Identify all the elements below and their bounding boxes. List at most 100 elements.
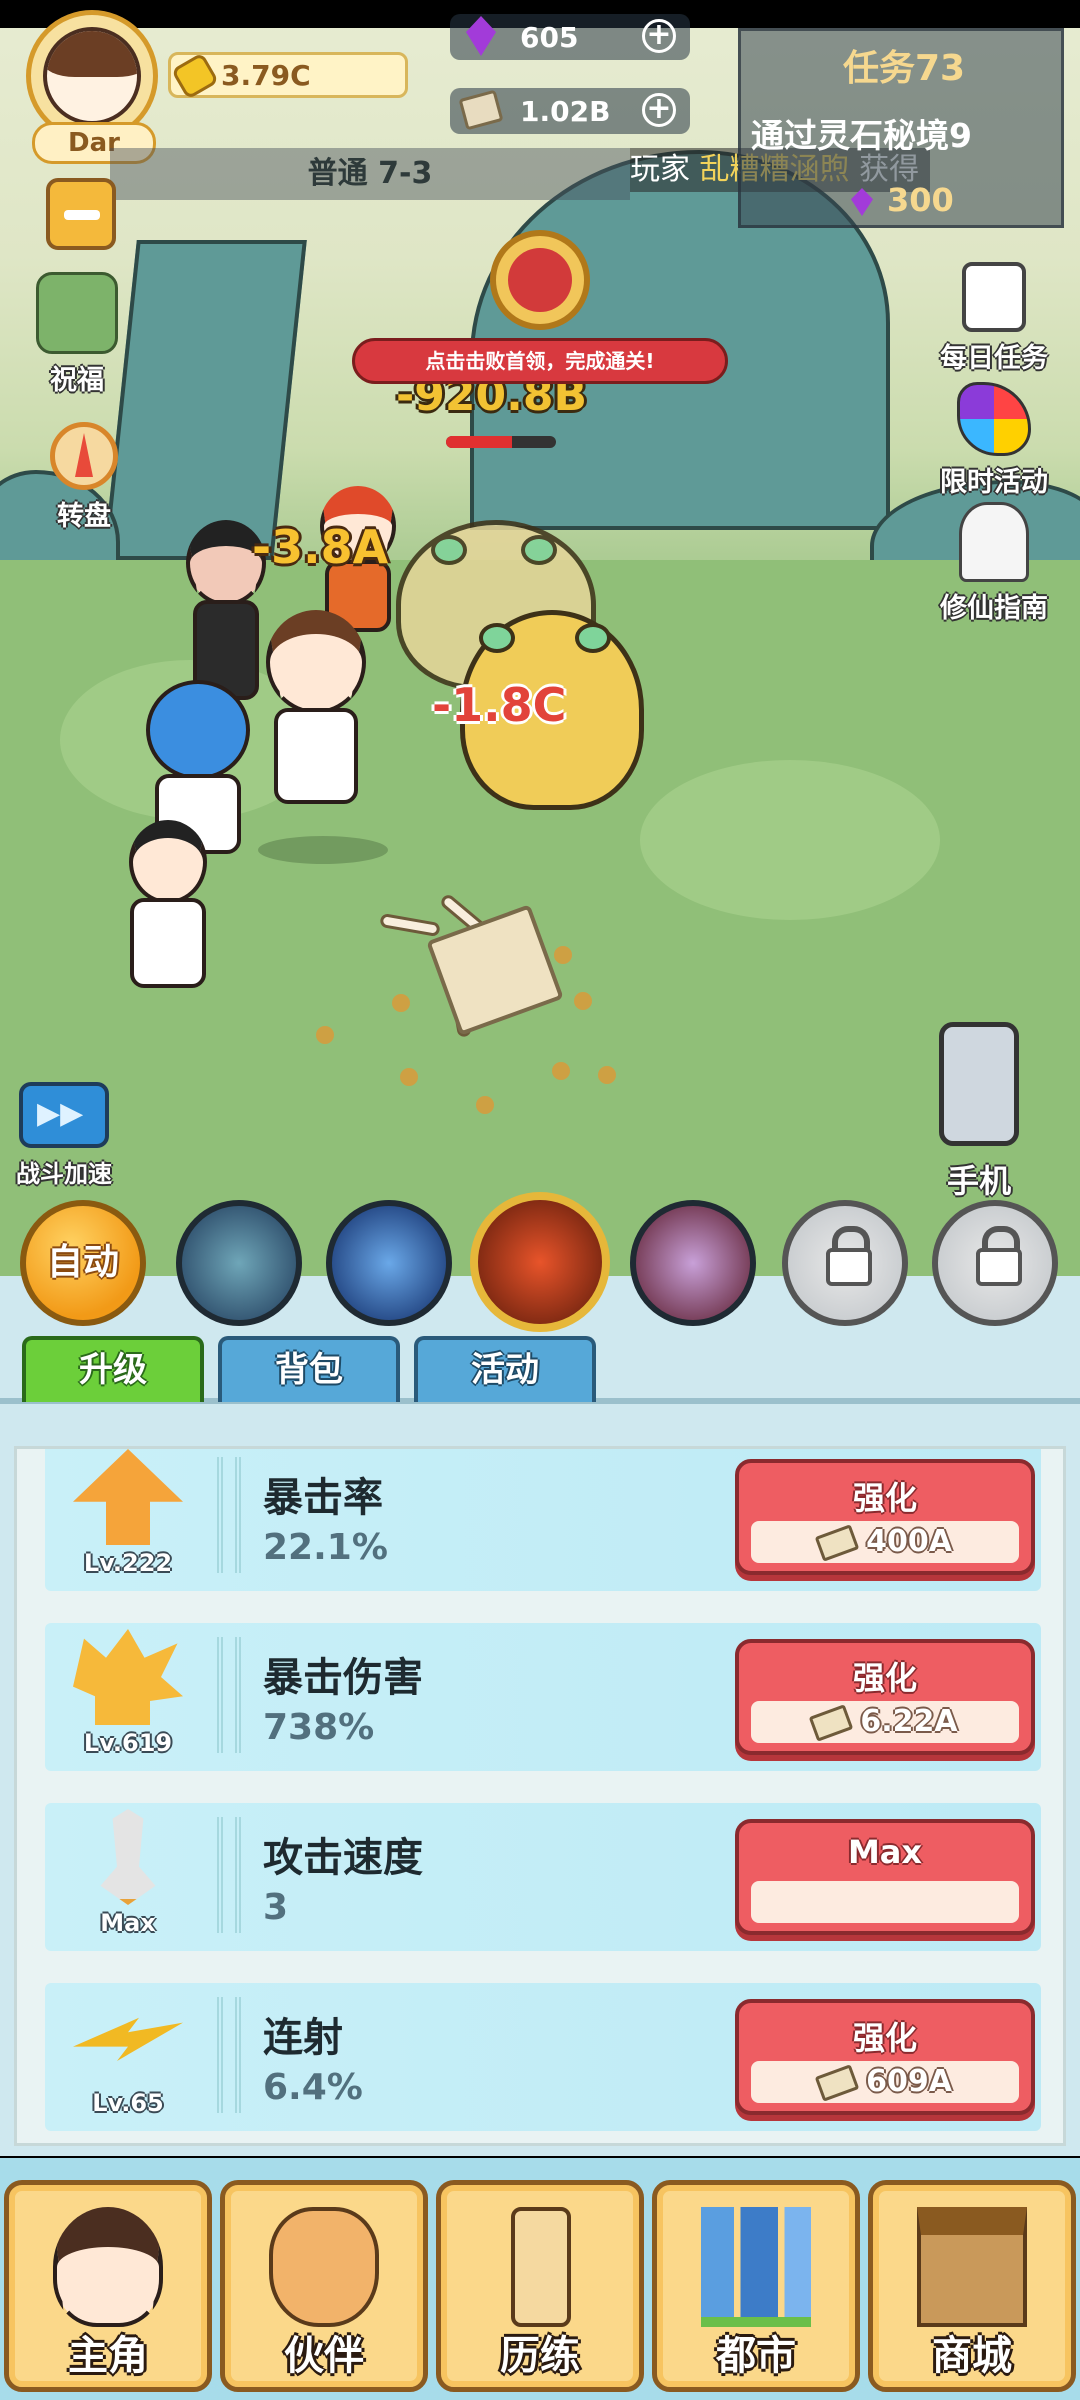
cash-icon — [814, 1523, 860, 1562]
nav-label: 都市 — [716, 2332, 796, 2379]
battle-scene[interactable]: Dar 3.79C 605 + 1.02B + 普通 7-3 玩家 乱糟糟涵煦 … — [0, 0, 1080, 1280]
guide-button[interactable]: 修仙指南 — [940, 502, 1048, 625]
enhance-button[interactable]: 强化 609A — [735, 1999, 1035, 2115]
enhance-label: 强化 — [852, 1479, 917, 1517]
upgrade-icon-wrap: Lv.619 — [63, 1629, 193, 1765]
beast-skill-icon[interactable] — [630, 1200, 756, 1326]
crit-damage-icon — [73, 1629, 183, 1725]
partner-cat-icon — [269, 2207, 379, 2327]
tab-backpack[interactable]: 背包 — [218, 1336, 400, 1402]
nav-hero[interactable]: 主角 — [4, 2180, 212, 2392]
upgrade-row-attack-speed: Max 攻击速度 3 Max — [45, 1803, 1041, 1951]
lock-icon[interactable] — [932, 1200, 1058, 1326]
lock-icon[interactable] — [782, 1200, 908, 1326]
gem-amount: 605 — [520, 20, 579, 54]
hero-head — [129, 820, 207, 904]
daily-task-button[interactable]: 每日任务 — [940, 262, 1048, 375]
daily-task-icon — [962, 262, 1026, 332]
upgrade-name: 攻击速度 — [263, 1834, 423, 1881]
cash-icon — [814, 2063, 860, 2102]
boss-hp-bar — [446, 436, 556, 448]
bottom-nav: 主角 伙伴 历练 都市 商城 — [0, 2158, 1080, 2400]
boss-emblem-icon[interactable] — [490, 230, 590, 330]
gem-icon — [466, 16, 496, 56]
shop-icon — [917, 2207, 1027, 2327]
upgrade-icon-wrap: Lv.222 — [63, 1449, 193, 1585]
blessing-button[interactable]: 祝福 — [36, 272, 118, 397]
upgrade-level: Max — [100, 1909, 156, 1937]
enhance-button[interactable]: 强化 6.22A — [735, 1639, 1035, 1755]
max-button[interactable]: Max — [735, 1819, 1035, 1935]
limited-event-button[interactable]: 限时活动 — [940, 382, 1048, 499]
coin-particle — [598, 1066, 616, 1084]
mountain — [103, 240, 307, 560]
damage-number: -1.8C — [432, 678, 567, 732]
avatar-face — [43, 27, 141, 125]
upgrade-name: 暴击伤害 — [263, 1654, 423, 1701]
coin-particle — [574, 992, 592, 1010]
coin-particle — [476, 1096, 494, 1114]
hero-body — [130, 898, 206, 988]
task-panel[interactable]: 任务73 通过灵石秘境9 300 — [738, 28, 1064, 228]
cash-counter: 1.02B + — [450, 88, 690, 134]
hero-icon — [53, 2207, 163, 2327]
city-icon — [701, 2207, 811, 2327]
add-cash-button[interactable]: + — [642, 93, 676, 127]
enhance-cost — [751, 1881, 1019, 1923]
boss-challenge-banner[interactable]: 点击击败首领，完成通关! — [352, 338, 728, 384]
nav-training[interactable]: 历练 — [436, 2180, 644, 2392]
upgrade-row-crit-rate: Lv.222 暴击率 22.1% 强化 400A — [45, 1449, 1041, 1591]
nav-label: 主角 — [68, 2332, 148, 2379]
enhance-button[interactable]: 强化 400A — [735, 1459, 1035, 1575]
nav-partner[interactable]: 伙伴 — [220, 2180, 428, 2392]
gold-amount: 3.79C — [221, 58, 311, 92]
coin-particle — [400, 1068, 418, 1086]
nav-city[interactable]: 都市 — [652, 2180, 860, 2392]
phone-button[interactable]: 手机 — [934, 1022, 1024, 1202]
upgrade-icon-wrap: Max — [63, 1809, 193, 1945]
coin-particle — [554, 946, 572, 964]
guide-label: 修仙指南 — [940, 593, 1048, 624]
collapse-menu-button[interactable] — [46, 178, 116, 250]
phone-icon — [939, 1022, 1019, 1146]
upgrade-value: 3 — [263, 1887, 289, 1928]
battle-speed-button[interactable]: 战斗加速 — [14, 1082, 114, 1189]
enhance-cost: 400A — [751, 1521, 1019, 1563]
cash-amount: 1.02B — [520, 94, 611, 128]
coin-particle — [316, 1026, 334, 1044]
player-profile[interactable]: Dar — [26, 10, 162, 164]
task-reward-amount: 300 — [887, 181, 954, 219]
wheel-icon — [50, 422, 118, 490]
cash-icon — [809, 1703, 854, 1742]
row-divider — [217, 1637, 241, 1753]
grass-patch — [640, 760, 940, 920]
enhance-label: 强化 — [852, 1659, 917, 1697]
add-gems-button[interactable]: + — [642, 19, 676, 53]
upgrade-list[interactable]: Lv.222 暴击率 22.1% 强化 400A Lv.619 暴击伤害 738… — [14, 1446, 1066, 2146]
gold-coin-icon — [170, 52, 220, 100]
enhance-cost-value: 400A — [866, 1524, 952, 1559]
nav-shop[interactable]: 商城 — [868, 2180, 1076, 2392]
hero-body — [274, 708, 358, 804]
upgrade-value: 6.4% — [263, 2067, 363, 2108]
water-skill-icon[interactable] — [326, 1200, 452, 1326]
blessing-icon — [36, 272, 118, 354]
tab-upgrade[interactable]: 升级 — [22, 1336, 204, 1402]
dragon-skill-icon[interactable] — [176, 1200, 302, 1326]
nav-label: 历练 — [500, 2332, 580, 2379]
multishot-icon — [73, 2017, 183, 2061]
fast-forward-icon — [19, 1082, 109, 1148]
phone-label: 手机 — [946, 1162, 1011, 1200]
upgrade-value: 22.1% — [263, 1527, 388, 1568]
wheel-button[interactable]: 转盘 — [50, 422, 118, 533]
toad-eye — [479, 623, 515, 653]
hero-head — [266, 610, 366, 714]
news-prefix: 玩家 — [630, 152, 690, 187]
coin-particle — [392, 994, 410, 1012]
attack-speed-icon — [100, 1809, 156, 1905]
enhance-label: 强化 — [852, 2019, 917, 2057]
muscle-skill-icon[interactable] — [470, 1192, 610, 1332]
limited-event-icon — [957, 382, 1031, 456]
tab-activity[interactable]: 活动 — [414, 1336, 596, 1402]
auto-skill-button[interactable]: 自动 — [20, 1200, 146, 1326]
